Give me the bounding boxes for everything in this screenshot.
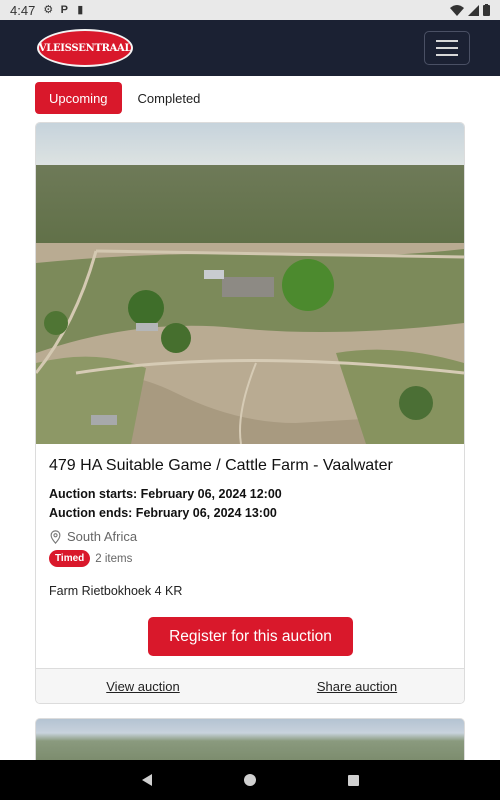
auction-tabs: Upcoming Completed [35,82,214,114]
brand-logo-text: VLEISSENTRAAL [38,42,132,54]
auction-title[interactable]: 479 HA Suitable Game / Cattle Farm - Vaa… [49,457,452,475]
status-bar: 4:47 ⚙ P ▮ [0,0,500,20]
location-label: South Africa [67,529,138,544]
home-icon[interactable] [243,774,256,786]
items-count: 2 items [95,552,133,565]
auction-end: Auction ends: February 06, 2024 13:00 [49,506,277,520]
auction-card: 479 HA Suitable Game / Cattle Farm - Vaa… [35,122,465,704]
brand-logo[interactable]: VLEISSENTRAAL [37,29,133,67]
battery-icon [483,4,490,16]
recents-icon[interactable] [347,774,359,786]
parking-icon: P [60,4,68,16]
map-pin-icon [50,529,61,544]
system-nav-bar [0,760,500,800]
status-time: 4:47 [10,2,36,18]
gear-icon: ⚙ [43,4,54,16]
auction-card-footer: View auction Share auction [36,668,464,703]
sd-card-icon: ▮ [77,4,84,16]
timed-badge: Timed [49,550,91,567]
view-auction-link[interactable]: View auction [36,669,250,703]
auction-type-row: Timed 2 items [49,550,452,567]
share-auction-link[interactable]: Share auction [250,669,464,703]
tab-completed[interactable]: Completed [124,82,215,114]
tab-upcoming[interactable]: Upcoming [35,82,122,114]
auction-description: Farm Rietbokhoek 4 KR [49,584,183,598]
signal-icon [468,4,479,16]
auction-location: South Africa [49,529,452,544]
register-button[interactable]: Register for this auction [148,617,353,656]
auction-card-body: 479 HA Suitable Game / Cattle Farm - Vaa… [49,457,452,598]
auction-start: Auction starts: February 06, 2024 12:00 [49,487,282,501]
back-icon[interactable] [141,774,152,786]
auction-photo[interactable] [36,123,464,444]
wifi-icon [450,4,464,16]
top-navbar: VLEISSENTRAAL [0,20,500,76]
hamburger-menu-icon[interactable] [424,31,470,65]
